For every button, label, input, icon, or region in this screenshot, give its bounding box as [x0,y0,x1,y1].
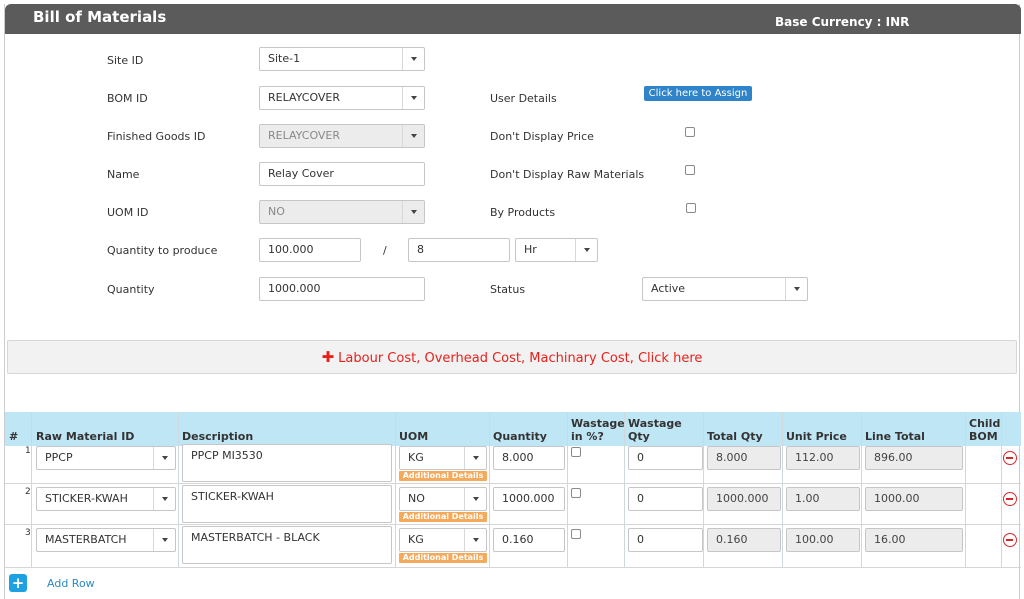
raw-material-select[interactable]: STICKER-KWAH [36,487,176,511]
uom-select[interactable]: KG [399,528,487,552]
chevron-down-icon [785,278,807,300]
add-row-icon[interactable]: + [9,574,27,592]
wastage-qty-input[interactable]: 0 [628,487,703,511]
per-time-input[interactable]: 8 [408,238,510,262]
raw-material-select[interactable]: PPCP [36,446,176,470]
row-number: 3 [25,528,31,538]
col-unit-price: Unit Price [786,430,847,443]
line-total-field: 1000.00 [865,487,963,511]
materials-grid-header: # Raw Material ID Description UOM Quanti… [5,412,1021,446]
assign-users-button[interactable]: Click here to Assign [644,86,752,101]
remove-row-icon[interactable] [1003,533,1017,547]
row-number: 2 [25,487,31,497]
bom-id-select[interactable]: RELAYCOVER [259,86,425,110]
uom-id-select: NO [259,200,425,224]
total-qty-field: 8.000 [707,446,781,470]
chevron-down-icon [464,447,486,469]
quantity-input[interactable]: 1000.000 [259,277,425,301]
uom-select[interactable]: KG [399,446,487,470]
col-uom: UOM [399,430,429,443]
chevron-down-icon [153,529,175,551]
chevron-down-icon [153,447,175,469]
user-details-label: User Details [490,92,557,105]
quantity-to-produce-label: Quantity to produce [107,244,218,257]
by-products-checkbox[interactable] [686,203,696,213]
finished-goods-select: RELAYCOVER [259,124,425,148]
additional-details-button[interactable]: Additional Details [399,553,487,563]
name-input[interactable]: Relay Cover [259,162,425,186]
col-quantity: Quantity [493,430,547,443]
unit-price-field: 112.00 [786,446,860,470]
col-child-bom-1: Child [969,417,1001,430]
col-line-total: Line Total [865,430,925,443]
raw-material-select[interactable]: MASTERBATCH [36,528,176,552]
chevron-down-icon [464,529,486,551]
additional-costs-label: Labour Cost, Overhead Cost, Machinary Co… [338,351,703,366]
quantity-input[interactable]: 8.000 [493,446,565,470]
wastage-pct-checkbox[interactable] [571,488,581,498]
bom-id-label: BOM ID [107,92,148,105]
col-description: Description [182,430,254,443]
remove-row-icon[interactable] [1003,492,1017,506]
add-row-link[interactable]: Add Row [47,577,95,590]
status-label: Status [490,283,526,296]
col-wastage-qty-2: Qty [628,430,650,443]
site-id-label: Site ID [107,54,144,67]
dont-display-raw-label: Don't Display Raw Materials [490,168,645,181]
remove-row-icon[interactable] [1003,451,1017,465]
col-num: # [9,430,19,443]
dont-display-raw-checkbox[interactable] [685,165,695,175]
by-products-label: By Products [490,206,556,219]
col-wastage-pct-1: Wastage [571,417,625,430]
uom-id-label: UOM ID [107,206,149,219]
additional-costs-bar[interactable]: ✚ Labour Cost, Overhead Cost, Machinary C… [7,340,1017,374]
chevron-down-icon [402,125,424,147]
wastage-qty-input[interactable]: 0 [628,446,703,470]
chevron-down-icon [464,488,486,510]
wastage-qty-input[interactable]: 0 [628,528,703,552]
name-label: Name [107,168,140,181]
total-qty-field: 0.160 [707,528,781,552]
bom-page: Bill of Materials Base Currency : INR Si… [4,4,1021,599]
per-separator: / [383,244,387,257]
unit-price-field: 100.00 [786,528,860,552]
additional-details-button[interactable]: Additional Details [399,471,487,481]
page-title: Bill of Materials [33,8,167,26]
quantity-label: Quantity [107,283,155,296]
quantity-to-produce-input[interactable]: 100.000 [259,238,361,262]
col-wastage-pct-2: in %? [571,430,604,443]
chevron-down-icon [575,239,597,261]
col-raw-material-id: Raw Material ID [36,430,135,443]
wastage-pct-checkbox[interactable] [571,447,581,457]
description-input[interactable]: STICKER-KWAH [182,485,392,523]
site-id-select[interactable]: Site-1 [259,47,425,71]
description-input[interactable]: PPCP MI3530 [182,444,392,482]
line-total-field: 16.00 [865,528,963,552]
time-unit-select[interactable]: Hr [515,238,598,262]
chevron-down-icon [402,87,424,109]
base-currency: Base Currency : INR [775,15,910,29]
col-child-bom-2: BOM [969,430,998,443]
line-total-field: 896.00 [865,446,963,470]
wastage-pct-checkbox[interactable] [571,529,581,539]
row-number: 1 [25,446,31,456]
dont-display-price-checkbox[interactable] [685,127,695,137]
finished-goods-label: Finished Goods ID [107,130,206,143]
plus-icon: ✚ [321,348,335,366]
dont-display-price-label: Don't Display Price [490,130,594,143]
total-qty-field: 1000.000 [707,487,781,511]
col-total-qty: Total Qty [707,430,763,443]
description-input[interactable]: MASTERBATCH - BLACK [182,526,392,564]
col-wastage-qty-1: Wastage [628,417,682,430]
title-bar: Bill of Materials Base Currency : INR [5,4,1021,34]
chevron-down-icon [153,488,175,510]
additional-details-button[interactable]: Additional Details [399,512,487,522]
unit-price-field: 1.00 [786,487,860,511]
quantity-input[interactable]: 1000.000 [493,487,565,511]
quantity-input[interactable]: 0.160 [493,528,565,552]
uom-select[interactable]: NO [399,487,487,511]
chevron-down-icon [402,48,424,70]
chevron-down-icon [402,201,424,223]
status-select[interactable]: Active [642,277,808,301]
